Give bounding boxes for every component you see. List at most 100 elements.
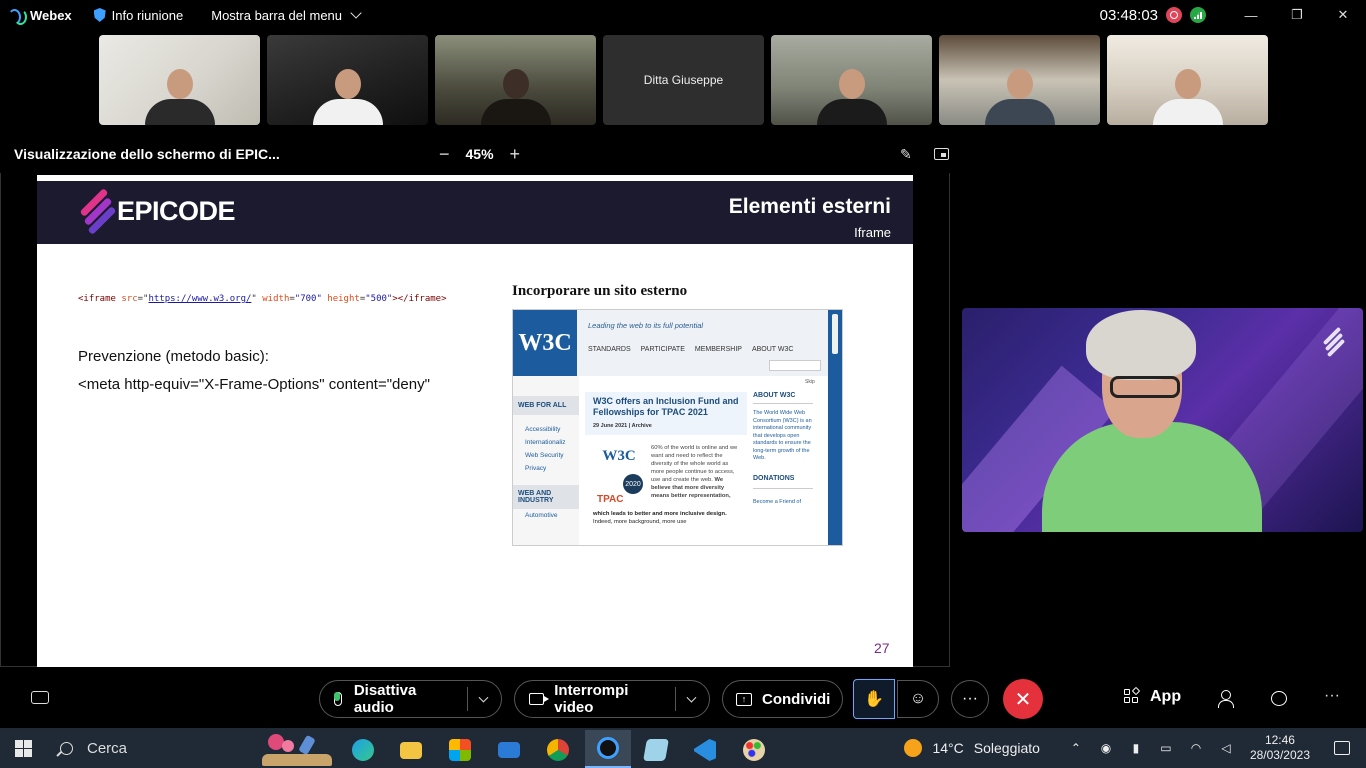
w3c-donations: DONATIONS: [753, 475, 813, 489]
more-options-button[interactable]: ···: [951, 680, 989, 718]
raise-hand-button[interactable]: ✋: [853, 679, 895, 719]
palette-icon: [743, 739, 765, 761]
windows-start-icon[interactable]: [15, 740, 32, 757]
search-highlight-image: [258, 732, 334, 766]
clock[interactable]: 12:46 28/03/2023: [1250, 733, 1310, 763]
w3c-nav-item: MEMBERSHIP: [694, 346, 742, 353]
zoom-out-button[interactable]: −: [439, 145, 450, 163]
notes-icon: [643, 739, 669, 761]
network-stats-icon[interactable]: [1190, 7, 1206, 23]
apps-icon: [1124, 686, 1141, 705]
recording-icon[interactable]: [1166, 7, 1182, 23]
zoom-in-button[interactable]: +: [510, 145, 521, 163]
w3c-sidebar: WEB FOR ALL Accessibility Internationali…: [513, 376, 579, 545]
title-bar: Webex Info riunione Mostra barra del men…: [0, 0, 1366, 30]
prevention-code: <meta http-equiv="X-Frame-Options" conte…: [78, 376, 430, 393]
stop-video-button[interactable]: Interrompi video: [514, 680, 710, 718]
w3c-headline: W3C offers an Inclusion Fund and Fellows…: [585, 392, 747, 422]
store-app[interactable]: [442, 732, 478, 768]
w3c-link: Privacy: [525, 465, 547, 472]
weather-desc[interactable]: Soleggiato: [974, 740, 1040, 756]
w3c-about-text: The World Wide Web Consortium (W3C) is a…: [753, 410, 812, 461]
share-button[interactable]: ↑ Condividi: [722, 680, 843, 718]
participant-video[interactable]: [99, 35, 260, 125]
slide-header: EPICODE Elementi esterni Iframe: [37, 181, 913, 244]
paint-app[interactable]: [736, 732, 772, 768]
app-name: Webex: [30, 7, 72, 23]
webcam-icon[interactable]: ◉: [1098, 741, 1114, 755]
wifi-icon[interactable]: ◠: [1188, 741, 1204, 755]
participant-video[interactable]: [939, 35, 1100, 125]
w3c-nav: STANDARDS PARTICIPATE MEMBERSHIP ABOUT W…: [588, 346, 793, 353]
share-title: Visualizzazione dello schermo di EPIC...: [14, 146, 280, 162]
apps-label: App: [1150, 688, 1182, 705]
edge-icon: [352, 739, 374, 761]
w3c-link: Accessibility: [525, 426, 561, 433]
close-button[interactable]: ✕: [1320, 0, 1366, 30]
chevron-down-icon[interactable]: [686, 692, 697, 702]
file-explorer-app[interactable]: [393, 732, 429, 768]
more-panels-button[interactable]: ···: [1324, 687, 1340, 705]
weather-temp[interactable]: 14°C: [932, 740, 963, 756]
w3c-link: Web Security: [525, 452, 564, 459]
embedded-w3c-iframe: W3C Leading the web to its full potentia…: [512, 309, 843, 546]
participants-icon[interactable]: [1218, 690, 1236, 708]
mail-app[interactable]: [491, 732, 527, 768]
webex-app[interactable]: Webex: [8, 7, 72, 25]
w3c-friend-link: Become a Friend of: [753, 498, 801, 505]
participant-avatar: [312, 69, 383, 125]
video-label: Interrompi video: [554, 682, 629, 716]
slide-page-number: 27: [874, 640, 890, 656]
restore-button[interactable]: ❐: [1274, 0, 1320, 30]
chat-icon[interactable]: [1271, 691, 1287, 706]
w3c-nav-item: STANDARDS: [588, 346, 631, 353]
chevron-down-icon[interactable]: [478, 692, 489, 702]
w3c-section: WEB FOR ALL: [513, 396, 579, 415]
chrome-icon: [547, 739, 569, 761]
show-menu-bar-button[interactable]: Mostra barra del menu: [211, 7, 362, 23]
active-speaker-video[interactable]: [962, 308, 1363, 532]
reactions-button[interactable]: ☺: [897, 680, 939, 718]
chevron-down-icon: [350, 7, 362, 19]
webex-icon: [597, 737, 619, 759]
raise-hand-icon: ✋: [864, 691, 884, 708]
participant-avatar: [984, 69, 1055, 125]
edge-app[interactable]: [345, 732, 381, 768]
w3c-logo: W3C: [513, 310, 577, 376]
mute-button[interactable]: Disattiva audio: [319, 680, 502, 718]
meeting-controls: Disattiva audio Interrompi video ↑ Condi…: [0, 672, 1366, 726]
annotate-icon[interactable]: ✎: [900, 146, 912, 163]
taskbar-search[interactable]: Cerca: [48, 728, 248, 768]
volume-icon[interactable]: ◁: [1218, 741, 1234, 755]
webex-taskbar-app[interactable]: [585, 730, 631, 768]
chevron-up-icon[interactable]: ⌃: [1068, 741, 1084, 755]
vscode-app[interactable]: [687, 732, 723, 768]
participant-video[interactable]: [435, 35, 596, 125]
mail-icon: [498, 742, 520, 758]
microphone-icon: [334, 692, 342, 706]
embed-title: Incorporare un sito esterno: [512, 283, 688, 299]
apps-button[interactable]: App: [1124, 686, 1182, 706]
clock-time: 12:46: [1264, 733, 1295, 747]
folder-icon: [400, 741, 422, 759]
pop-out-icon[interactable]: [934, 148, 949, 160]
menu-bar-label: Mostra barra del menu: [211, 7, 343, 23]
captions-icon[interactable]: [31, 691, 49, 704]
w3c-aside: ABOUT W3C The World Wide Web Consortium …: [753, 392, 813, 505]
microphone-icon[interactable]: ▮: [1128, 741, 1144, 755]
notification-icon[interactable]: [1334, 741, 1350, 755]
brand-name: EPICODE: [117, 195, 236, 226]
battery-icon[interactable]: ▭: [1158, 741, 1174, 755]
shield-icon: [93, 8, 106, 22]
meeting-info-button[interactable]: Info riunione: [93, 8, 183, 23]
participant-video[interactable]: [267, 35, 428, 125]
notes-app[interactable]: [638, 732, 674, 768]
chrome-app[interactable]: [540, 732, 576, 768]
participant-video[interactable]: [771, 35, 932, 125]
leave-meeting-button[interactable]: ✕: [1003, 679, 1043, 719]
participant-video[interactable]: Ditta Giuseppe: [603, 35, 764, 125]
minimize-button[interactable]: —: [1228, 0, 1274, 30]
participant-video[interactable]: [1107, 35, 1268, 125]
close-icon: ✕: [1014, 688, 1032, 711]
weather-sun-icon[interactable]: [904, 739, 923, 757]
